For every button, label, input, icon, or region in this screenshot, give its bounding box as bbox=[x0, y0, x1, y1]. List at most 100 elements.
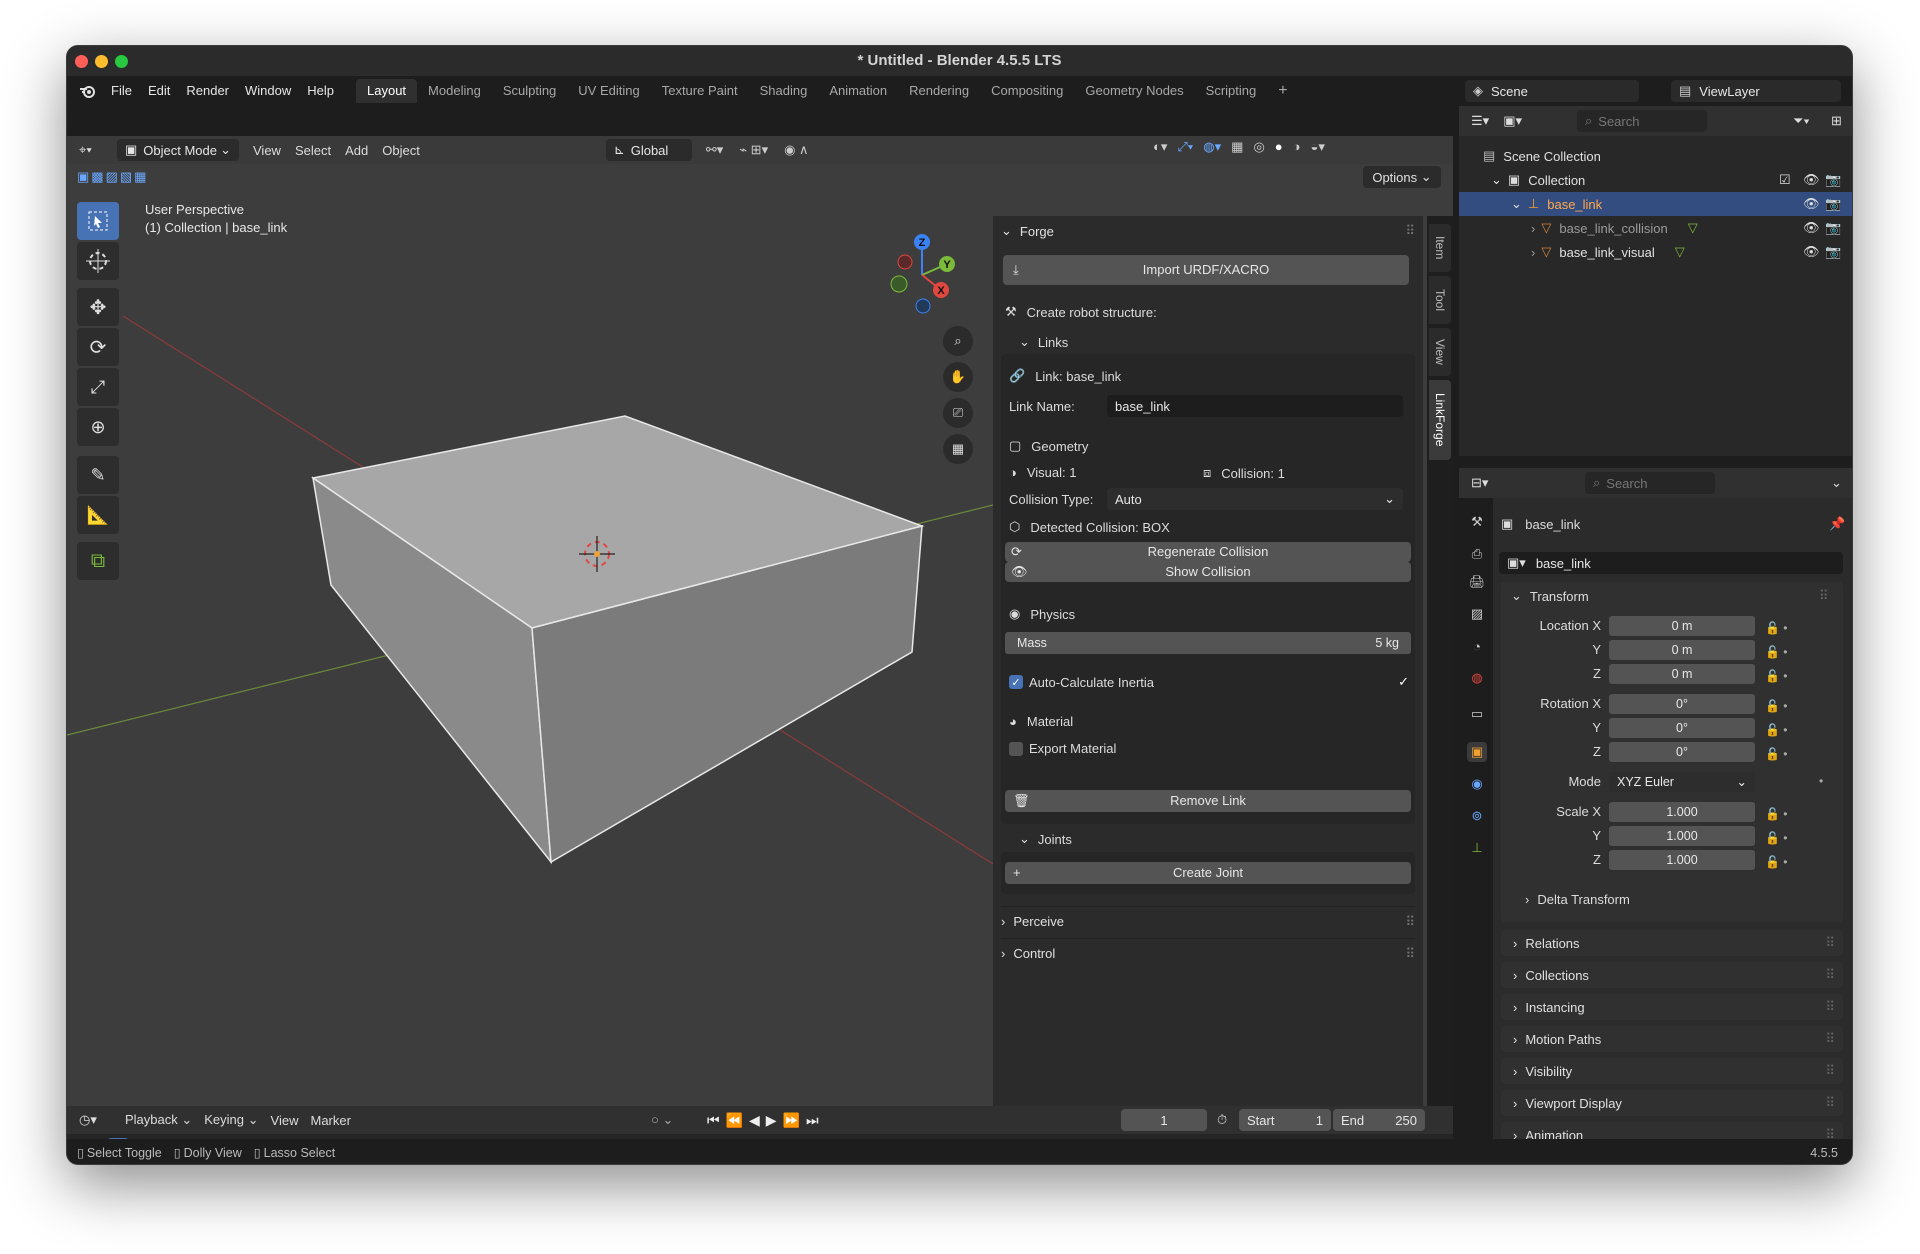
minimize-traffic-light[interactable] bbox=[95, 55, 108, 68]
delta-transform-header[interactable]: › Delta Transform bbox=[1525, 892, 1630, 907]
measure-tool[interactable]: 📐 bbox=[77, 496, 119, 534]
snap-icon[interactable]: ⌁ ⊞▾ bbox=[739, 142, 768, 158]
instancing-panel[interactable]: › Instancing ⠿ bbox=[1501, 994, 1843, 1020]
xray-icon[interactable]: ▦ bbox=[1231, 139, 1243, 155]
annotate-tool[interactable]: ✎ bbox=[77, 456, 119, 494]
keyframe-dot-icon[interactable]: • bbox=[1819, 774, 1823, 788]
playback-controls[interactable]: ⏮⏪◀▶⏩⏭ bbox=[707, 1112, 825, 1129]
tab-uv-editing[interactable]: UV Editing bbox=[567, 79, 650, 103]
location-x-field[interactable]: 0 m bbox=[1609, 616, 1755, 636]
timeline-menu-view[interactable]: View bbox=[271, 1113, 299, 1128]
export-material-checkbox[interactable] bbox=[1009, 741, 1023, 756]
editor-type-icon[interactable]: ⌖▾ bbox=[79, 142, 107, 158]
visibility-panel[interactable]: › Visibility ⠿ bbox=[1501, 1058, 1843, 1084]
visibility-icon[interactable]: ◐▾ bbox=[1153, 139, 1167, 155]
zoom-traffic-light[interactable] bbox=[115, 55, 128, 68]
tab-texture-paint[interactable]: Texture Paint bbox=[651, 79, 749, 103]
scale-y-field[interactable]: 1.000 bbox=[1609, 826, 1755, 846]
object-tab-icon[interactable]: ▣ bbox=[1467, 742, 1487, 762]
transform-panel-header[interactable]: ⌄ Transform bbox=[1511, 588, 1589, 604]
gizmo-toggle-icon[interactable]: ⤢▾ bbox=[1177, 139, 1193, 155]
properties-search-input[interactable]: ⌕ Search bbox=[1585, 472, 1715, 494]
new-collection-icon[interactable]: ⊞ bbox=[1831, 113, 1842, 129]
scene-selector[interactable]: ◈ Scene bbox=[1465, 80, 1639, 102]
eye-icon[interactable]: 👁 bbox=[1803, 172, 1820, 188]
tab-geometry-nodes[interactable]: Geometry Nodes bbox=[1074, 79, 1194, 103]
tab-sculpting[interactable]: Sculpting bbox=[492, 79, 567, 103]
regenerate-collision-button[interactable]: ⟳ Regenerate Collision bbox=[1005, 542, 1411, 562]
move-tool[interactable]: ✥ bbox=[77, 288, 119, 326]
tab-animation[interactable]: Animation bbox=[818, 79, 898, 103]
location-z-field[interactable]: 0 m bbox=[1609, 664, 1755, 684]
scale-z-field[interactable]: 1.000 bbox=[1609, 850, 1755, 870]
outliner-search-input[interactable]: ⌕ Search bbox=[1577, 110, 1707, 132]
transform-orientation[interactable]: ⊾ Global bbox=[605, 139, 692, 161]
rendered-shading-icon[interactable]: ◒▾ bbox=[1311, 139, 1325, 155]
pivot-icon[interactable]: ⚯▾ bbox=[706, 142, 723, 158]
camera-disabled-icon[interactable]: 📷 bbox=[1825, 220, 1841, 236]
start-frame-field[interactable]: Start 1 bbox=[1239, 1109, 1331, 1131]
navigation-gizmo[interactable]: Z Y X bbox=[877, 230, 967, 320]
physics-tab-icon[interactable]: ◉ bbox=[1467, 774, 1487, 794]
camera-icon[interactable]: 📷 bbox=[1825, 196, 1841, 212]
data-tab-icon[interactable]: ⊥ bbox=[1467, 838, 1487, 858]
import-urdf-button[interactable]: ⤓ Import URDF/XACRO bbox=[1003, 255, 1409, 285]
tool-tab-icon[interactable]: ⚒ bbox=[1467, 512, 1487, 532]
timeline-editor-icon[interactable]: ◷▾ bbox=[79, 1112, 115, 1128]
outliner-editor-icon[interactable]: ☰▾ bbox=[1471, 113, 1489, 129]
end-frame-field[interactable]: End 250 bbox=[1333, 1109, 1425, 1131]
sidebar-tab-tool[interactable]: Tool bbox=[1429, 276, 1451, 324]
render-tab-icon[interactable]: ⎙ bbox=[1467, 544, 1487, 564]
tab-rendering[interactable]: Rendering bbox=[898, 79, 980, 103]
selection-mode-icons[interactable]: ▣▩▨▧▦ bbox=[77, 169, 148, 185]
relations-panel[interactable]: › Relations ⠿ bbox=[1501, 930, 1843, 956]
drag-handle-icon[interactable]: ⠿ bbox=[1405, 223, 1415, 239]
scale-tool[interactable]: ⤢ bbox=[77, 368, 119, 406]
current-frame-field[interactable]: 1 bbox=[1121, 1109, 1207, 1131]
pin-icon[interactable]: 📌 bbox=[1829, 516, 1845, 532]
outliner-scene-collection[interactable]: ▤ Scene Collection bbox=[1459, 144, 1852, 168]
display-mode-icon[interactable]: ▣▾ bbox=[1503, 113, 1522, 129]
timeline-menu-keying[interactable]: Keying ⌄ bbox=[204, 1112, 258, 1128]
outliner-item-base-link[interactable]: ⌄ ⊥ base_link 👁 📷 bbox=[1459, 192, 1852, 216]
add-workspace-icon[interactable]: + bbox=[1267, 79, 1298, 103]
outliner-item-base-link-visual[interactable]: › ▽ base_link_visual ▽ 👁 📷 bbox=[1459, 240, 1852, 264]
joints-subpanel-header[interactable]: ⌄ Joints bbox=[1019, 831, 1072, 847]
cursor-tool[interactable] bbox=[77, 242, 119, 280]
eye-icon[interactable]: 👁 bbox=[1803, 244, 1820, 260]
drag-handle-icon[interactable]: ⠿ bbox=[1405, 946, 1415, 962]
lock-icons[interactable]: 🔓 • 🔓 • 🔓 • bbox=[1765, 802, 1787, 874]
camera-icon[interactable]: 📷 bbox=[1825, 172, 1841, 188]
camera-view-icon[interactable]: ⎚ bbox=[943, 398, 973, 428]
viewport-display-panel[interactable]: › Viewport Display ⠿ bbox=[1501, 1090, 1843, 1116]
proportional-edit-icon[interactable]: ◉ ∧ bbox=[784, 142, 808, 158]
link-name-input[interactable]: base_link bbox=[1107, 395, 1403, 417]
filter-icon[interactable]: ⏷▾ bbox=[1793, 113, 1810, 129]
eye-icon[interactable]: 👁 bbox=[1803, 220, 1820, 236]
material-shading-icon[interactable]: ◑ bbox=[1293, 139, 1301, 155]
forge-panel-header[interactable]: ⌄ Forge ⠿ bbox=[1001, 216, 1415, 246]
close-traffic-light[interactable] bbox=[75, 55, 88, 68]
drag-handle-icon[interactable]: ⠿ bbox=[1405, 914, 1415, 930]
mass-field[interactable]: Mass 5 kg bbox=[1005, 632, 1411, 654]
scale-x-field[interactable]: 1.000 bbox=[1609, 802, 1755, 822]
collections-panel[interactable]: › Collections ⠿ bbox=[1501, 962, 1843, 988]
transform-tool[interactable]: ⊕ bbox=[77, 408, 119, 446]
solid-shading-icon[interactable]: ● bbox=[1275, 139, 1283, 155]
blender-logo-icon[interactable] bbox=[77, 80, 99, 102]
viewport-menu-view[interactable]: View bbox=[253, 143, 281, 158]
options-button[interactable]: Options ⌄ bbox=[1363, 166, 1441, 188]
constraints-tab-icon[interactable]: ⊚ bbox=[1467, 806, 1487, 826]
chevron-down-icon[interactable]: ⌄ bbox=[1831, 475, 1842, 491]
menu-help[interactable]: Help bbox=[299, 80, 342, 102]
tab-compositing[interactable]: Compositing bbox=[980, 79, 1074, 103]
3d-viewport[interactable]: ⌖▾ ▣ Object Mode ⌄ View Select Add Objec… bbox=[67, 136, 1453, 1106]
drag-handle-icon[interactable]: ⠿ bbox=[1819, 588, 1829, 604]
viewport-menu-object[interactable]: Object bbox=[382, 143, 420, 158]
remove-link-button[interactable]: 🗑 Remove Link bbox=[1005, 790, 1411, 812]
timeline-menu-playback[interactable]: Playback ⌄ bbox=[125, 1112, 192, 1128]
outliner-item-base-link-collision[interactable]: › ▽ base_link_collision ▽ 👁 📷 bbox=[1459, 216, 1852, 240]
stopwatch-icon[interactable]: ⏱ bbox=[1217, 1112, 1227, 1128]
motion-paths-panel[interactable]: › Motion Paths ⠿ bbox=[1501, 1026, 1843, 1052]
object-name-field[interactable]: ▣▾ base_link bbox=[1499, 552, 1843, 574]
